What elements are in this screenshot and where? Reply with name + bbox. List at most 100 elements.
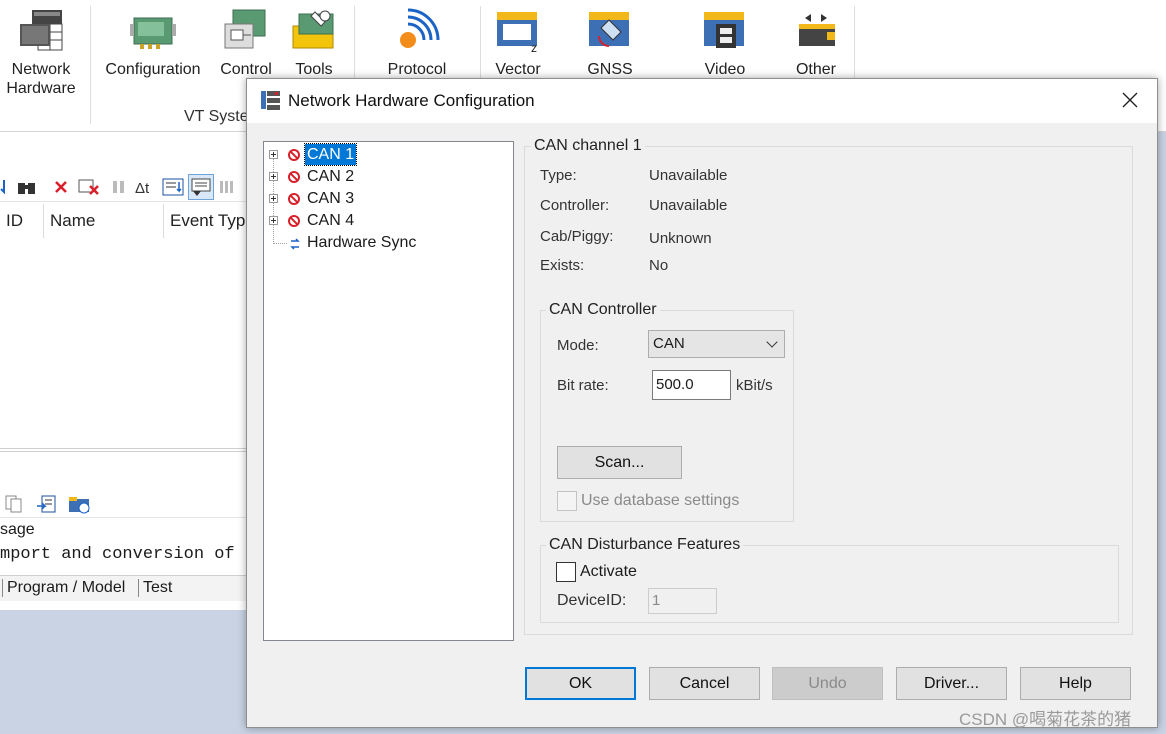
background-area <box>0 610 248 734</box>
undo-button[interactable]: Undo <box>772 667 883 700</box>
tree-item-can1[interactable]: CAN 1 <box>264 143 504 166</box>
bitrate-input[interactable]: 500.0 <box>652 370 731 400</box>
type-value: Unavailable <box>649 167 728 184</box>
use-database-checkbox[interactable] <box>557 491 577 511</box>
ribbon-label: GNSS <box>587 61 633 78</box>
dialog-title: Network Hardware Configuration <box>288 91 535 110</box>
output-message: mport and conversion of <box>0 545 235 564</box>
expand-icon[interactable] <box>269 216 278 225</box>
binoculars-icon[interactable] <box>16 178 36 196</box>
ribbon-tools-button[interactable]: Tools <box>286 8 342 79</box>
bitrate-label: Bit rate: <box>557 377 609 394</box>
scroll-down-icon[interactable] <box>162 178 184 196</box>
activate-checkbox[interactable] <box>556 562 576 582</box>
gnss-icon <box>587 8 633 54</box>
can-disturbance-groupbox <box>540 545 1119 623</box>
channel-group-title: CAN channel 1 <box>531 137 645 155</box>
device-id-label: DeviceID: <box>557 592 627 609</box>
dialog-titlebar[interactable]: Network Hardware Configuration <box>247 79 1157 123</box>
expand-icon[interactable] <box>269 194 278 203</box>
ok-button[interactable]: OK <box>525 667 636 700</box>
ribbon-configuration-button[interactable]: Configuration <box>104 8 202 79</box>
delete-icon[interactable] <box>52 178 72 196</box>
scan-button[interactable]: Scan... <box>557 446 682 479</box>
ribbon-label: Vector <box>495 61 541 78</box>
ribbon-control-button[interactable]: Control <box>216 8 276 79</box>
ribbon-gnss-button[interactable]: GNSS <box>580 8 640 79</box>
tree-item-hardware-sync[interactable]: Hardware Sync <box>264 232 504 254</box>
ribbon-vector-button[interactable]: z Vector <box>490 8 546 79</box>
columns-icon[interactable] <box>218 178 238 196</box>
driver-button[interactable]: Driver... <box>896 667 1007 700</box>
exists-value: No <box>649 257 669 274</box>
tree-item-label: CAN 3 <box>307 190 355 207</box>
ribbon-label: Control <box>220 61 272 78</box>
expand-icon[interactable] <box>269 172 278 181</box>
device-id-input[interactable]: 1 <box>648 588 717 614</box>
mode-select[interactable]: CAN <box>648 330 785 358</box>
controller-label: Controller: <box>540 197 610 214</box>
ribbon-network-hardware-button[interactable]: Network Hardware <box>6 8 76 98</box>
sync-icon <box>288 236 302 250</box>
folder-refresh-icon[interactable] <box>68 494 90 514</box>
trace-panel: Δt ID Name Event Typ sage mport and conv… <box>0 132 248 610</box>
copy-icon[interactable] <box>4 494 24 513</box>
delta-time-icon[interactable]: Δt <box>134 178 154 197</box>
activate-label: Activate <box>580 563 637 580</box>
tools-icon <box>291 8 337 54</box>
close-icon[interactable] <box>1119 89 1141 111</box>
cab-piggy-value: Unknown <box>649 230 712 247</box>
ribbon-label: Configuration <box>105 61 201 78</box>
cab-piggy-label: Cab/Piggy: <box>540 228 614 245</box>
ribbon-label: Tools <box>295 61 333 78</box>
vector-icon: z <box>495 8 541 55</box>
expand-icon[interactable] <box>269 150 278 159</box>
tab-program-model[interactable]: Program / Model <box>2 579 129 597</box>
output-column-header: sage <box>0 521 35 538</box>
can-disturbance-title: CAN Disturbance Features <box>546 536 744 554</box>
bitrate-unit: kBit/s <box>736 377 773 394</box>
unavailable-icon <box>288 193 300 205</box>
ribbon-other-button[interactable]: Other <box>788 8 844 79</box>
filter-view-icon[interactable] <box>188 174 214 200</box>
unavailable-icon <box>288 149 300 161</box>
configuration-icon <box>130 8 176 54</box>
column-header-name[interactable]: Name <box>44 204 164 238</box>
mode-label: Mode: <box>557 337 599 354</box>
mode-value: CAN <box>653 335 685 352</box>
ribbon-group-label: VT Syste <box>184 108 249 125</box>
exists-label: Exists: <box>540 257 585 274</box>
column-header-id[interactable]: ID <box>0 204 44 238</box>
import-icon[interactable] <box>36 494 56 513</box>
network-hardware-icon <box>18 8 64 54</box>
cancel-button[interactable]: Cancel <box>649 667 760 700</box>
channel-tree: CAN 1 CAN 2 CAN 3 CAN 4 Hardware Sync <box>263 141 514 641</box>
can-controller-title: CAN Controller <box>546 301 660 319</box>
ribbon-label: Other <box>795 61 836 78</box>
ribbon-label: Protocol <box>387 61 447 78</box>
video-icon <box>702 8 748 54</box>
controller-value: Unavailable <box>649 197 728 214</box>
bottom-tabs: Program / Model Test <box>0 575 248 601</box>
ribbon-protocol-button[interactable]: Protocol <box>380 8 454 79</box>
tab-test[interactable]: Test <box>138 579 176 597</box>
clear-all-icon[interactable] <box>78 178 99 196</box>
help-button[interactable]: Help <box>1020 667 1131 700</box>
tree-item-can4[interactable]: CAN 4 <box>264 210 504 232</box>
splitter[interactable] <box>0 448 248 452</box>
other-icon <box>793 8 839 54</box>
watermark: CSDN @喝菊花茶的猪 <box>959 710 1132 729</box>
write-toolbar <box>0 486 248 518</box>
ribbon-video-button[interactable]: Video <box>696 8 754 79</box>
svg-text:Δt: Δt <box>135 180 150 196</box>
protocol-icon <box>394 8 440 54</box>
tree-item-label: Hardware Sync <box>307 234 417 251</box>
tree-item-can3[interactable]: CAN 3 <box>264 188 504 210</box>
pause-icon[interactable] <box>110 178 130 196</box>
chevron-down-icon <box>766 336 778 348</box>
network-hardware-icon <box>259 89 281 111</box>
column-header-event-type[interactable]: Event Typ <box>164 204 248 238</box>
tree-item-label: CAN 2 <box>307 168 355 185</box>
tree-item-can2[interactable]: CAN 2 <box>264 166 504 188</box>
trace-toolbar: Δt <box>0 170 248 202</box>
